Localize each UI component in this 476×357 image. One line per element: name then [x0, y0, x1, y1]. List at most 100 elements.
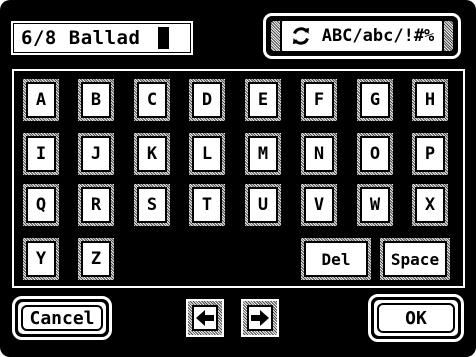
key-n-face: N: [304, 136, 334, 172]
key-p-label: P: [424, 144, 436, 164]
key-p[interactable]: P: [411, 132, 449, 176]
key-q-label: Q: [35, 195, 47, 215]
arrow-right-icon: [249, 308, 271, 328]
key-o[interactable]: O: [356, 132, 394, 176]
cursor-right-face: [247, 305, 273, 331]
key-d-face: D: [192, 82, 222, 118]
key-c[interactable]: C: [133, 78, 171, 122]
mode-switch-face: ABC/abc/!#%: [279, 19, 445, 53]
key-g-face: G: [360, 82, 390, 118]
key-l[interactable]: L: [188, 132, 226, 176]
key-f-label: F: [313, 90, 325, 110]
cursor-left-button[interactable]: [186, 299, 224, 337]
key-u[interactable]: U: [244, 183, 282, 227]
key-r-face: R: [81, 187, 111, 223]
key-r[interactable]: R: [77, 183, 115, 227]
mode-switch-label: ABC/abc/!#%: [321, 26, 435, 46]
key-n[interactable]: N: [300, 132, 338, 176]
text-cursor: [158, 27, 170, 49]
name-entry-screen: 6/8 Ballad ABC/abc/!#% Cancel OK A B C D…: [0, 0, 476, 357]
delete-key-label: Del: [321, 249, 351, 269]
key-w[interactable]: W: [356, 183, 394, 227]
key-j-face: J: [81, 136, 111, 172]
key-i-label: I: [35, 144, 47, 164]
key-c-face: C: [137, 82, 167, 118]
space-key-face: Space: [383, 241, 447, 277]
cancel-label: Cancel: [29, 307, 95, 329]
key-q[interactable]: Q: [22, 183, 60, 227]
key-s-face: S: [137, 187, 167, 223]
key-v-face: V: [304, 187, 334, 223]
key-v-label: V: [313, 195, 325, 215]
key-x[interactable]: X: [411, 183, 449, 227]
key-b-label: B: [90, 90, 102, 110]
key-h[interactable]: H: [411, 78, 449, 122]
delete-key[interactable]: Del: [300, 237, 372, 281]
key-k-face: K: [137, 136, 167, 172]
key-z-label: Z: [90, 249, 102, 269]
key-z[interactable]: Z: [77, 237, 115, 281]
key-a-face: A: [26, 82, 56, 118]
key-k-label: K: [146, 144, 158, 164]
key-g-label: G: [369, 90, 381, 110]
key-m[interactable]: M: [244, 132, 282, 176]
key-h-face: H: [415, 82, 445, 118]
key-t-face: T: [192, 187, 222, 223]
key-o-face: O: [360, 136, 390, 172]
key-c-label: C: [146, 90, 158, 110]
key-s[interactable]: S: [133, 183, 171, 227]
key-x-label: X: [424, 195, 436, 215]
key-e-label: E: [257, 90, 269, 110]
key-x-face: X: [415, 187, 445, 223]
key-d[interactable]: D: [188, 78, 226, 122]
key-w-label: W: [369, 195, 381, 215]
key-w-face: W: [360, 187, 390, 223]
key-a-label: A: [35, 90, 47, 110]
key-i-face: I: [26, 136, 56, 172]
key-i[interactable]: I: [22, 132, 60, 176]
key-f-face: F: [304, 82, 334, 118]
key-h-label: H: [424, 90, 436, 110]
key-p-face: P: [415, 136, 445, 172]
mode-switch-bevel: ABC/abc/!#%: [269, 19, 455, 53]
refresh-icon: [290, 25, 312, 47]
key-u-label: U: [257, 195, 269, 215]
name-display: 6/8 Ballad: [9, 19, 195, 57]
key-y[interactable]: Y: [22, 237, 60, 281]
key-t[interactable]: T: [188, 183, 226, 227]
key-t-label: T: [201, 195, 213, 215]
key-b[interactable]: B: [77, 78, 115, 122]
cursor-left-face: [192, 305, 218, 331]
ok-bevel: OK: [372, 298, 460, 338]
key-n-label: N: [313, 144, 325, 164]
key-m-label: M: [257, 144, 269, 164]
key-e[interactable]: E: [244, 78, 282, 122]
name-value: 6/8 Ballad: [21, 27, 141, 49]
key-j-label: J: [90, 144, 102, 164]
key-z-face: Z: [81, 241, 111, 277]
key-u-face: U: [248, 187, 278, 223]
key-g[interactable]: G: [356, 78, 394, 122]
key-o-label: O: [369, 144, 381, 164]
key-q-face: Q: [26, 187, 56, 223]
key-m-face: M: [248, 136, 278, 172]
key-l-face: L: [192, 136, 222, 172]
ok-face: OK: [377, 303, 455, 333]
cursor-right-button[interactable]: [241, 299, 279, 337]
key-e-face: E: [248, 82, 278, 118]
key-f[interactable]: F: [300, 78, 338, 122]
key-y-label: Y: [35, 249, 47, 269]
space-key-label: Space: [390, 249, 440, 269]
ok-button[interactable]: OK: [368, 294, 464, 342]
delete-key-face: Del: [304, 241, 368, 277]
key-v[interactable]: V: [300, 183, 338, 227]
key-k[interactable]: K: [133, 132, 171, 176]
mode-switch-button[interactable]: ABC/abc/!#%: [263, 13, 461, 59]
key-j[interactable]: J: [77, 132, 115, 176]
key-b-face: B: [81, 82, 111, 118]
key-a[interactable]: A: [22, 78, 60, 122]
arrow-left-icon: [194, 308, 216, 328]
key-s-label: S: [146, 195, 158, 215]
space-key[interactable]: Space: [379, 237, 451, 281]
cancel-button[interactable]: Cancel: [12, 296, 112, 340]
